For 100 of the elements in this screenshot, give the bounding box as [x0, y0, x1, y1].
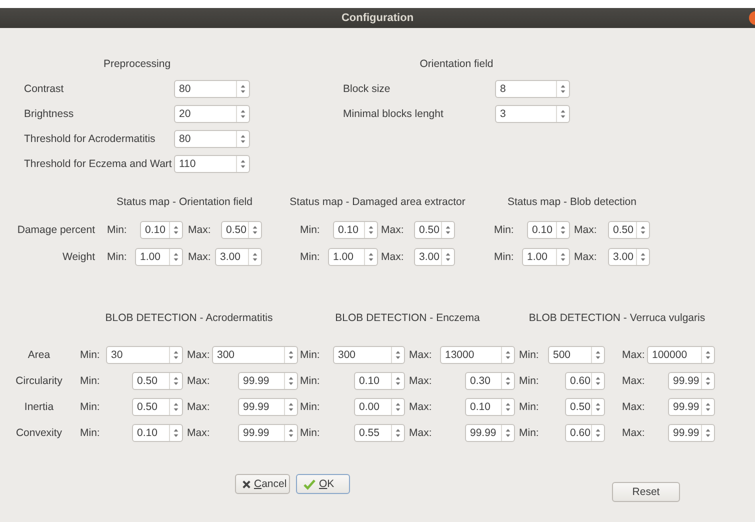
max-label: Max: [188, 250, 211, 262]
spin-box[interactable]: 99.99 [238, 398, 298, 416]
spin-box[interactable]: 0.00 [354, 398, 405, 416]
min-label: Min: [107, 224, 127, 236]
max-label: Max: [622, 375, 645, 387]
min-label: Min: [300, 224, 320, 236]
field-label: Minimal blocks lenght [343, 108, 444, 120]
min-label: Min: [300, 250, 320, 262]
min-label: Min: [300, 427, 320, 439]
min-label: Min: [519, 349, 539, 361]
spin-box[interactable]: 0.10 [132, 424, 183, 442]
spin-box[interactable]: 0.50 [608, 220, 650, 238]
spin-box[interactable]: 1.00 [135, 248, 183, 266]
spin-box[interactable]: 99.99 [668, 424, 715, 442]
max-label: Max: [409, 375, 432, 387]
max-label: Max: [187, 401, 210, 413]
max-label: Max: [622, 349, 645, 361]
field-label: Contrast [24, 82, 65, 94]
min-label: Min: [300, 349, 320, 361]
spin-box[interactable]: 0.50 [414, 220, 455, 238]
min-label: Min: [494, 224, 514, 236]
spin-box[interactable]: 0.60 [565, 424, 605, 442]
group-title: Status map - Orientation field [116, 195, 252, 210]
spin-box[interactable]: 0.55 [354, 424, 405, 442]
min-label: Min: [300, 401, 320, 413]
checkmark-icon [303, 478, 316, 490]
spin-box[interactable]: 99.99 [465, 424, 515, 442]
row-label: Weight [62, 250, 95, 262]
min-label: Min: [80, 401, 100, 413]
spin-box[interactable]: 20 [174, 104, 250, 122]
spin-box[interactable]: 300 [212, 346, 298, 364]
group-title: BLOB DETECTION - Acrodermatitis [105, 311, 273, 326]
spin-box[interactable]: 3.00 [414, 248, 455, 266]
spin-box[interactable]: 8 [495, 80, 570, 98]
spin-box[interactable]: 500 [548, 346, 605, 364]
max-label: Max: [187, 349, 210, 361]
spin-box[interactable]: 0.50 [565, 398, 605, 416]
field-label: Brightness [24, 108, 75, 120]
row-label: Convexity [16, 427, 62, 439]
min-label: Min: [107, 250, 127, 262]
spin-box[interactable]: 0.10 [527, 220, 570, 238]
spin-box[interactable]: 80 [174, 130, 250, 148]
spin-box[interactable]: 0.10 [333, 220, 378, 238]
min-label: Min: [80, 349, 100, 361]
spin-box[interactable]: 0.10 [465, 398, 515, 416]
section-title: Orientation field [418, 57, 494, 72]
group-title: BLOB DETECTION - Enczema [335, 311, 480, 326]
field-label: Threshold for Acrodermatitis [24, 132, 156, 144]
spin-box[interactable]: 1.00 [328, 248, 378, 266]
spin-box[interactable]: 0.50 [132, 398, 183, 416]
spin-box[interactable]: 99.99 [238, 372, 298, 390]
min-label: Min: [80, 375, 100, 387]
spin-box[interactable]: 0.10 [140, 220, 183, 238]
row-label: Inertia [24, 401, 54, 413]
spin-box[interactable]: 80 [174, 80, 250, 98]
max-label: Max: [622, 427, 645, 439]
min-label: Min: [80, 427, 100, 439]
spin-box[interactable]: 0.30 [465, 372, 515, 390]
max-label: Max: [187, 375, 210, 387]
spin-box[interactable]: 300 [333, 346, 405, 364]
spin-box[interactable]: 0.10 [354, 372, 405, 390]
spin-box[interactable]: 100000 [647, 346, 715, 364]
max-label: Max: [622, 401, 645, 413]
spin-box[interactable]: 1.00 [522, 248, 570, 266]
min-label: Min: [519, 427, 539, 439]
reset-button[interactable]: Reset [612, 482, 680, 502]
row-label: Circularity [16, 375, 62, 387]
min-label: Min: [519, 375, 539, 387]
cancel-button[interactable]: Cancel [235, 474, 290, 494]
group-title: BLOB DETECTION - Verruca vulgaris [528, 311, 706, 326]
spin-box[interactable]: 99.99 [668, 372, 715, 390]
min-label: Min: [494, 250, 514, 262]
spin-box[interactable]: 110 [174, 154, 250, 172]
max-label: Max: [409, 349, 432, 361]
spin-box[interactable]: 0.60 [565, 372, 605, 390]
max-label: Max: [381, 250, 404, 262]
row-label: Damage percent [17, 224, 95, 236]
spin-box[interactable]: 30 [106, 346, 183, 364]
cross-icon [242, 480, 251, 488]
group-title: Status map - Damaged area extractor [290, 195, 466, 210]
spin-box[interactable]: 3 [495, 104, 570, 122]
min-label: Min: [519, 401, 539, 413]
max-label: Max: [574, 224, 597, 236]
spin-box[interactable]: 3.00 [215, 248, 262, 266]
row-label: Area [28, 349, 50, 361]
max-label: Max: [188, 224, 211, 236]
min-label: Min: [300, 375, 320, 387]
max-label: Max: [409, 427, 432, 439]
max-label: Max: [187, 427, 210, 439]
spin-box[interactable]: 0.50 [221, 220, 262, 238]
field-label: Threshold for Eczema and Wart [24, 158, 173, 170]
window-title: Configuration [341, 12, 414, 24]
spin-box[interactable]: 99.99 [668, 398, 715, 416]
spin-box[interactable]: 3.00 [608, 248, 650, 266]
section-title: Preprocessing [102, 57, 172, 72]
spin-box[interactable]: 99.99 [238, 424, 298, 442]
field-label: Block size [343, 82, 392, 94]
ok-button[interactable]: OK [296, 474, 350, 494]
spin-box[interactable]: 0.50 [132, 372, 183, 390]
spin-box[interactable]: 13000 [440, 346, 515, 364]
